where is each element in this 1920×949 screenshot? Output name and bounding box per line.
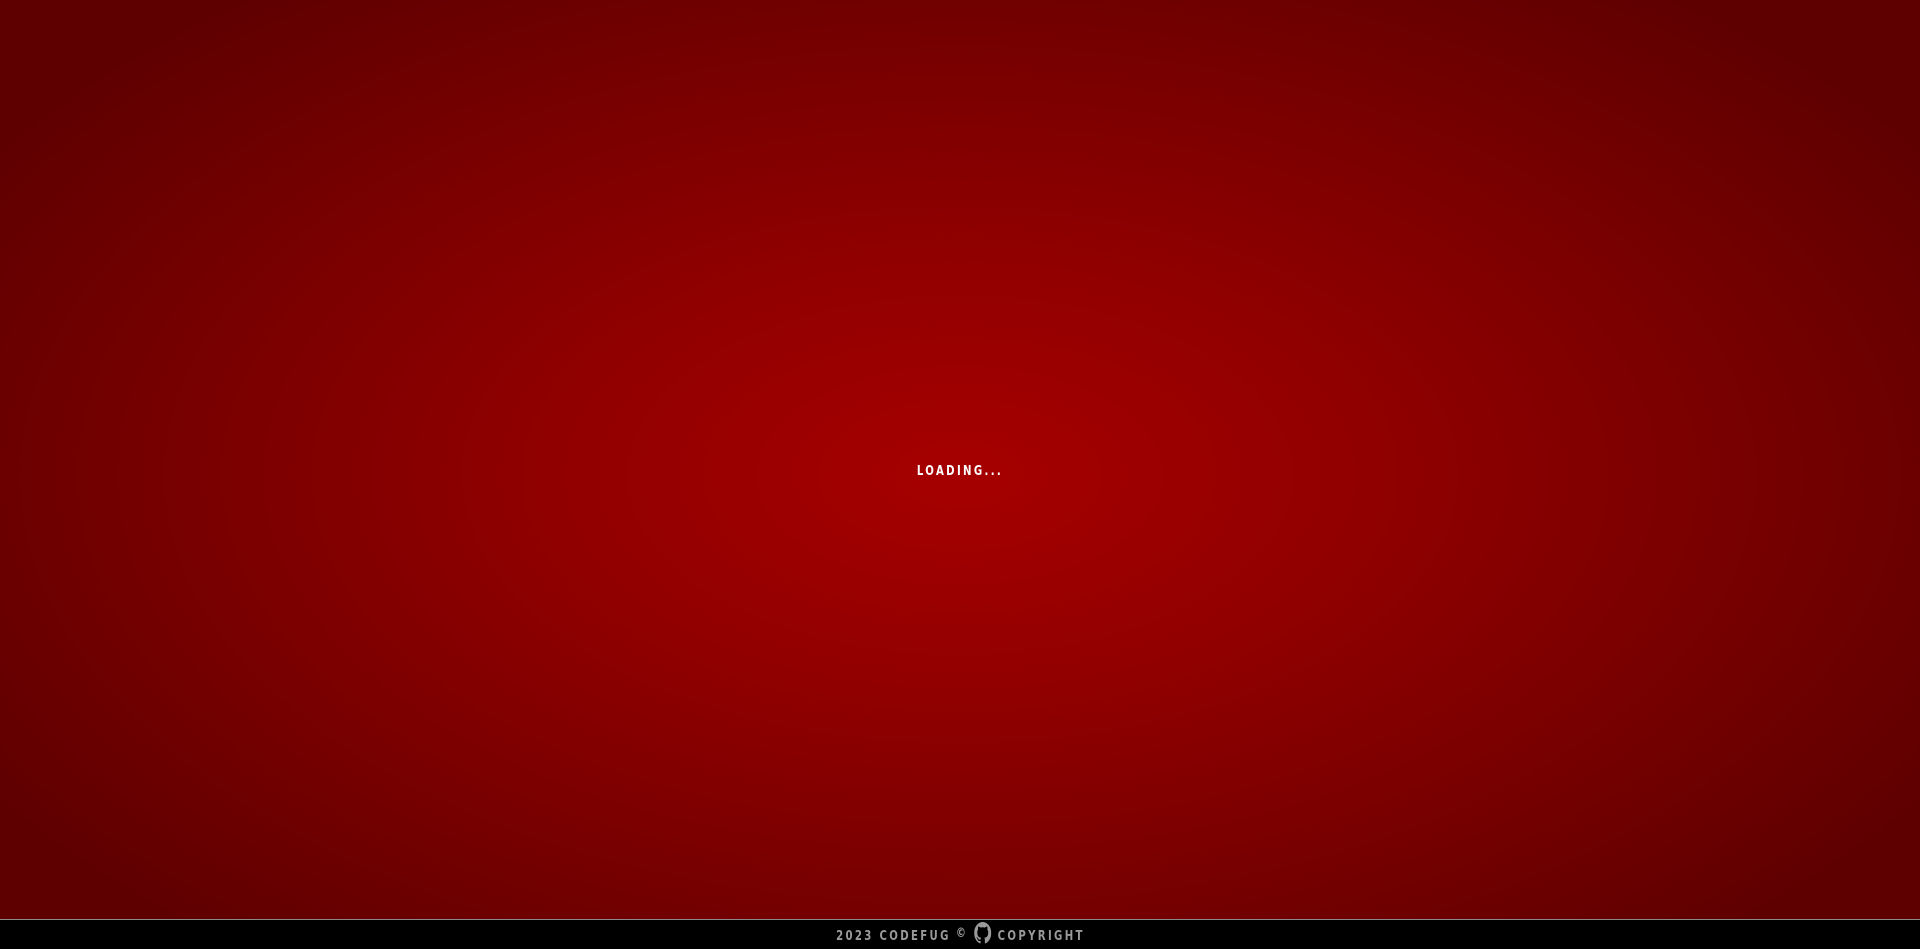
footer-copyright-label: COPYRIGHT: [997, 929, 1085, 944]
github-icon[interactable]: [973, 921, 991, 944]
footer-year-brand: 2023 CODEFUG: [835, 929, 951, 944]
copyright-icon: ©: [955, 926, 966, 941]
footer: 2023 CODEFUG © COPYRIGHT: [0, 919, 1920, 949]
footer-content: 2023 CODEFUG © COPYRIGHT: [835, 921, 1085, 949]
loading-text: LOADING...: [916, 464, 1004, 479]
